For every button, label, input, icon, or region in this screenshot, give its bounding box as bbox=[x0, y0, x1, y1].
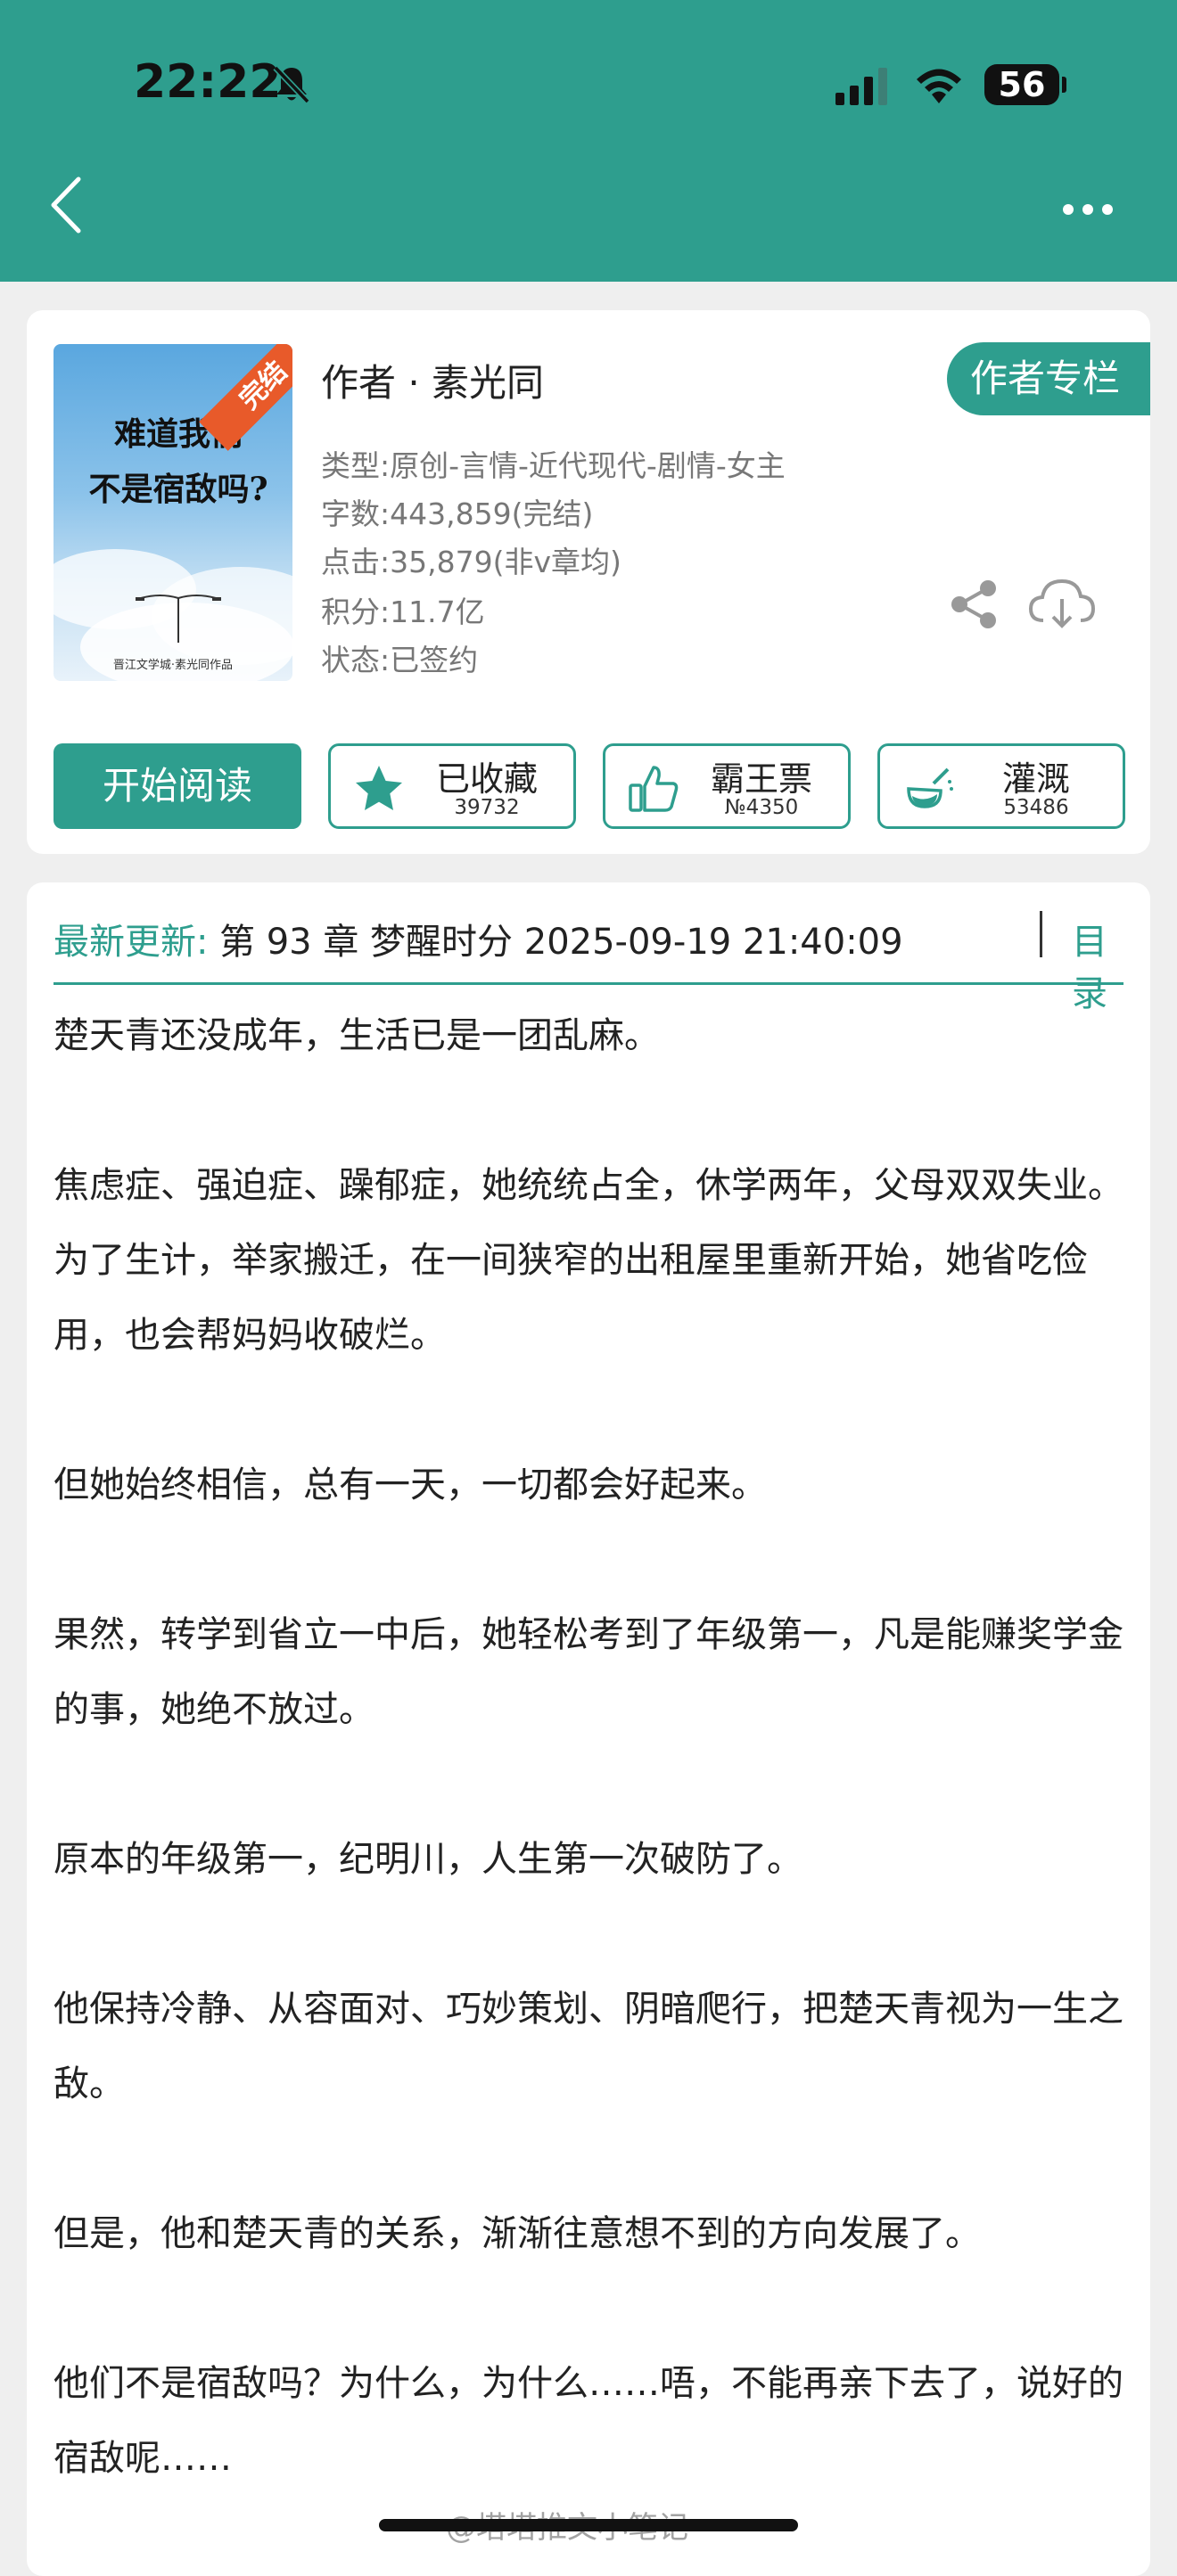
thumbs-up-icon bbox=[629, 766, 679, 812]
download-cloud-icon[interactable] bbox=[1027, 574, 1097, 635]
battery-indicator: 56 bbox=[984, 64, 1066, 105]
latest-chapter[interactable]: 第 93 章 梦醒时分 2025-09-19 21:40:09 bbox=[219, 913, 903, 964]
share-icon[interactable] bbox=[947, 578, 1000, 631]
header-bar: 22:22 56 bbox=[0, 0, 1177, 282]
word-count: 字数:443,859(完结) bbox=[321, 496, 594, 531]
water-count: 53486 bbox=[1003, 796, 1069, 819]
book-info-card: 难道我们 不是宿敌吗? 晋江文学城·素光同作品 完结 作者 · 素光同 作者专栏… bbox=[27, 310, 1150, 854]
book-cover[interactable]: 难道我们 不是宿敌吗? 晋江文学城·素光同作品 完结 bbox=[54, 344, 292, 681]
section-underline bbox=[54, 982, 1124, 985]
ticket-count: №4350 bbox=[724, 796, 799, 819]
bell-muted-icon bbox=[273, 65, 310, 104]
more-icon[interactable] bbox=[1061, 196, 1115, 223]
watering-can-icon bbox=[907, 767, 953, 808]
latest-update-row[interactable]: 最新更新: 第 93 章 梦醒时分 2025-09-19 21:40:09 目录 bbox=[54, 907, 1124, 1014]
sign-status: 状态:已签约 bbox=[321, 643, 479, 677]
summary-paragraph: 楚天青还没成年，生活已是一团乱麻。 bbox=[54, 1015, 660, 1056]
summary-paragraph: 但是，他和楚天青的关系，渐渐往意想不到的方向发展了。 bbox=[54, 2213, 981, 2254]
water-label: 灌溉 bbox=[1001, 759, 1070, 799]
water-button[interactable]: 灌溉 53486 bbox=[877, 743, 1125, 829]
signal-icon bbox=[835, 68, 887, 105]
star-icon bbox=[356, 766, 402, 810]
start-reading-button[interactable]: 开始阅读 bbox=[54, 743, 301, 829]
cover-publisher: 晋江文学城·素光同作品 bbox=[112, 659, 234, 672]
summary-paragraph: 他保持冷静、从容面对、巧妙策划、阴暗爬行，把楚天青视为一生之敌。 bbox=[54, 1989, 1124, 2104]
divider bbox=[1040, 911, 1042, 957]
home-indicator[interactable] bbox=[379, 2519, 798, 2531]
summary-paragraph: 但她始终相信，总有一天，一切都会好起来。 bbox=[54, 1464, 767, 1505]
author-column-button[interactable]: 作者专栏 bbox=[947, 342, 1150, 415]
collect-label: 已收藏 bbox=[435, 759, 538, 799]
click-count: 点击:35,879(非v章均) bbox=[321, 545, 621, 579]
cover-title-line2: 不是宿敌吗? bbox=[88, 471, 268, 508]
summary-paragraph: 原本的年级第一，纪明川，人生第一次破防了。 bbox=[54, 1839, 802, 1880]
ticket-label: 霸王票 bbox=[710, 759, 812, 799]
overlord-ticket-button[interactable]: 霸王票 №4350 bbox=[603, 743, 851, 829]
collect-count: 39732 bbox=[454, 796, 520, 819]
back-arrow-icon[interactable] bbox=[45, 174, 89, 236]
author-name[interactable]: 作者 · 素光同 bbox=[321, 353, 544, 407]
summary-paragraph: 他们不是宿敌吗？为什么，为什么……唔，不能再亲下去了，说好的宿敌呢…… bbox=[54, 2363, 1124, 2479]
collect-button[interactable]: 已收藏 39732 bbox=[328, 743, 576, 829]
book-summary: 楚天青还没成年，生活已是一团乱麻。 焦虑症、强迫症、躁郁症，她统统占全，休学两年… bbox=[54, 998, 1134, 2571]
street-lamp-icon bbox=[136, 595, 221, 643]
summary-paragraph: 焦虑症、强迫症、躁郁症，她统统占全，休学两年，父母双双失业。为了生计，举家搬迁，… bbox=[54, 1165, 1124, 1356]
summary-paragraph: 果然，转学到省立一中后，她轻松考到了年级第一，凡是能赚奖学金的事，她绝不放过。 bbox=[54, 1614, 1124, 1730]
score: 积分:11.7亿 bbox=[321, 595, 485, 629]
wifi-icon bbox=[917, 69, 961, 103]
status-time: 22:22 bbox=[134, 55, 282, 109]
summary-card: 最新更新: 第 93 章 梦醒时分 2025-09-19 21:40:09 目录… bbox=[27, 882, 1150, 2576]
latest-update-label: 最新更新: bbox=[54, 922, 209, 963]
book-type: 类型:原创-言情-近代现代-剧情-女主 bbox=[321, 448, 786, 483]
